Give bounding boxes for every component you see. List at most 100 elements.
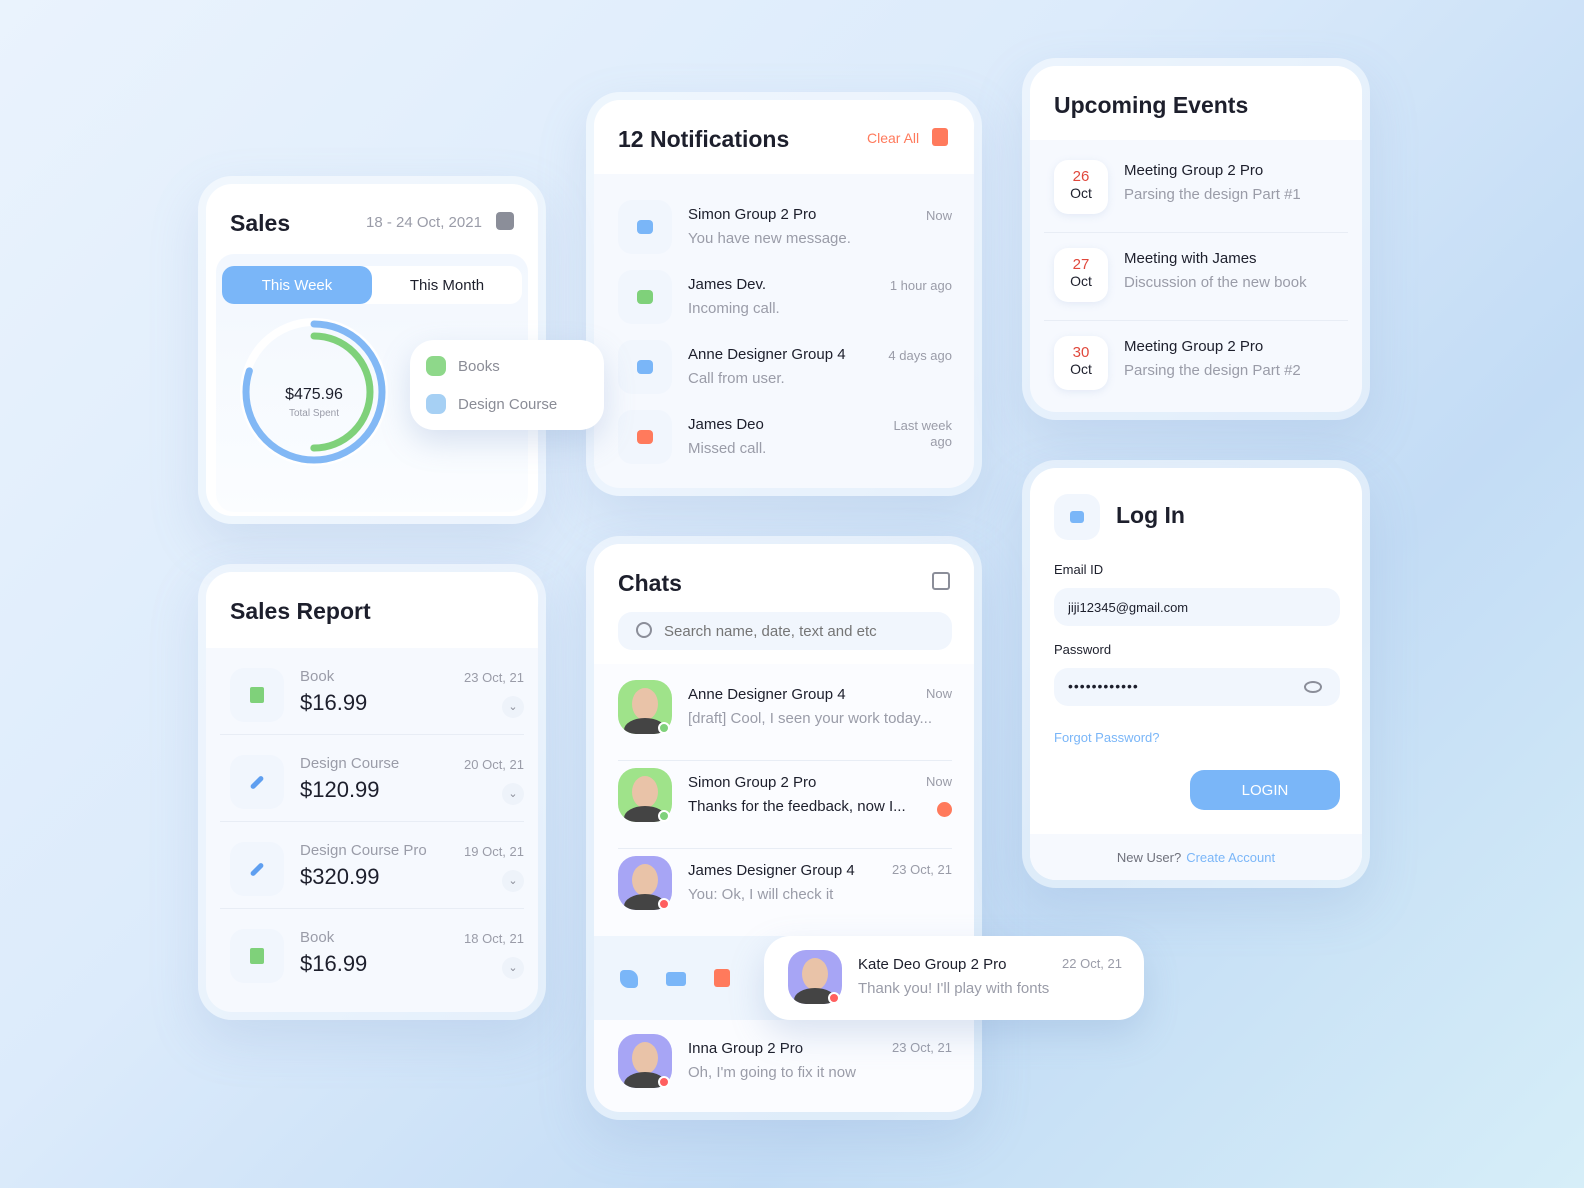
event-day: 26 xyxy=(1072,168,1090,185)
password-value: •••••••••••• xyxy=(1068,678,1139,694)
chevron-down-icon[interactable]: ⌄ xyxy=(502,957,524,979)
chats-card: Chats Anne Designer Group 4 [draft] Cool… xyxy=(586,536,982,1120)
status-dot xyxy=(658,898,670,910)
chat-name: Anne Designer Group 4 xyxy=(688,686,846,703)
forgot-password-link[interactable]: Forgot Password? xyxy=(1054,730,1160,745)
login-card: Log In Email ID Password •••••••••••• Fo… xyxy=(1022,460,1370,888)
event-title: Meeting Group 2 Pro xyxy=(1124,162,1264,179)
notification-text: Missed call. xyxy=(688,440,767,457)
report-item-name: Book xyxy=(300,668,335,685)
chat-name: Simon Group 2 Pro xyxy=(688,774,817,791)
chat-search[interactable] xyxy=(618,612,952,650)
chat-time: 22 Oct, 21 xyxy=(1062,956,1122,971)
trash-icon[interactable] xyxy=(932,128,948,146)
search-icon xyxy=(636,622,652,638)
legend-design-course: Design Course xyxy=(458,396,558,413)
login-button[interactable]: LOGIN xyxy=(1190,770,1340,810)
notification-item[interactable]: Simon Group 2 Pro You have new message. … xyxy=(618,194,952,258)
legend-books: Books xyxy=(458,358,500,375)
create-account-link[interactable]: Create Account xyxy=(1186,850,1275,865)
compose-icon[interactable] xyxy=(932,572,950,590)
notification-time: 1 hour ago xyxy=(889,278,952,293)
notification-text: Call from user. xyxy=(688,370,785,387)
user-add-icon xyxy=(618,340,672,394)
sales-report-title: Sales Report xyxy=(230,598,371,624)
new-user-text: New User? xyxy=(1116,849,1182,865)
status-dot xyxy=(658,722,670,734)
notification-item[interactable]: James Deo Missed call. Last week ago xyxy=(618,404,952,468)
missed-call-icon xyxy=(618,410,672,464)
chat-preview: [draft] Cool, I seen your work today... xyxy=(688,710,932,727)
calendar-icon[interactable] xyxy=(496,212,514,230)
chat-name: Inna Group 2 Pro xyxy=(688,1040,804,1057)
report-item-name: Book xyxy=(300,929,335,946)
chat-preview: Thanks for the feedback, now I... xyxy=(688,798,906,815)
password-field[interactable]: •••••••••••• xyxy=(1054,668,1340,706)
unread-badge xyxy=(937,802,952,817)
chats-title: Chats xyxy=(618,570,682,596)
chat-search-input[interactable] xyxy=(664,612,944,650)
chat-preview: You: Ok, I will check it xyxy=(688,886,834,903)
event-item[interactable]: 27 Oct Meeting with James Discussion of … xyxy=(1044,240,1348,321)
legend-swatch-books xyxy=(426,356,446,376)
call-icon[interactable] xyxy=(620,970,638,988)
notification-time: 4 days ago xyxy=(888,348,952,363)
report-item-date: 23 Oct, 21 xyxy=(464,670,524,685)
events-title: Upcoming Events xyxy=(1054,92,1249,118)
book-icon xyxy=(230,929,284,983)
chat-time: 23 Oct, 21 xyxy=(892,862,952,877)
sales-report-card: Sales Report Book $16.99 23 Oct, 21 ⌄ De… xyxy=(198,564,546,1020)
notification-text: You have new message. xyxy=(688,230,851,247)
total-spent-label: Total Spent xyxy=(288,408,340,419)
report-item[interactable]: Book $16.99 23 Oct, 21 ⌄ xyxy=(220,654,524,735)
events-card: Upcoming Events 26 Oct Meeting Group 2 P… xyxy=(1022,58,1370,420)
email-label: Email ID xyxy=(1054,562,1104,577)
total-spent-value: $475.96 xyxy=(285,386,343,403)
report-item[interactable]: Book $16.99 18 Oct, 21 ⌄ xyxy=(220,915,524,995)
notifications-card: 12 Notifications Clear All Simon Group 2… xyxy=(586,92,982,496)
sales-date-range: 18 - 24 Oct, 2021 xyxy=(366,214,482,231)
event-month: Oct xyxy=(1070,273,1092,289)
report-item-price: $16.99 xyxy=(300,690,368,715)
login-title: Log In xyxy=(1116,502,1185,528)
email-field[interactable] xyxy=(1054,588,1340,626)
event-item[interactable]: 30 Oct Meeting Group 2 Pro Parsing the d… xyxy=(1044,328,1348,408)
chevron-down-icon[interactable]: ⌄ xyxy=(502,783,524,805)
report-item-name: Design Course xyxy=(300,755,400,772)
chevron-down-icon[interactable]: ⌄ xyxy=(502,870,524,892)
event-month: Oct xyxy=(1070,185,1092,201)
event-desc: Discussion of the new book xyxy=(1124,274,1307,291)
status-dot xyxy=(658,1076,670,1088)
book-icon xyxy=(230,668,284,722)
clear-all-button[interactable]: Clear All xyxy=(867,130,919,146)
period-tabs: This Week This Month xyxy=(222,266,522,304)
notification-name: Simon Group 2 Pro xyxy=(688,206,817,223)
notifications-title: 12 Notifications xyxy=(618,126,790,152)
report-item-price: $16.99 xyxy=(300,951,368,976)
video-icon[interactable] xyxy=(666,972,686,986)
tab-this-month[interactable]: This Month xyxy=(372,266,522,304)
chat-time: Now xyxy=(925,774,952,789)
notification-name: James Deo xyxy=(688,416,764,433)
report-item-price: $120.99 xyxy=(300,777,380,802)
report-item[interactable]: Design Course Pro $320.99 19 Oct, 21 ⌄ xyxy=(220,828,524,909)
legend-swatch-design-course xyxy=(426,394,446,414)
eye-icon[interactable] xyxy=(1304,681,1322,693)
event-item[interactable]: 26 Oct Meeting Group 2 Pro Parsing the d… xyxy=(1044,152,1348,233)
notification-item[interactable]: Anne Designer Group 4 Call from user. 4 … xyxy=(618,334,952,398)
report-item-date: 18 Oct, 21 xyxy=(464,931,524,946)
notification-item[interactable]: James Dev. Incoming call. 1 hour ago xyxy=(618,264,952,328)
chevron-down-icon[interactable]: ⌄ xyxy=(502,696,524,718)
status-dot xyxy=(828,992,840,1004)
chat-time: 23 Oct, 21 xyxy=(892,1040,952,1055)
event-title: Meeting Group 2 Pro xyxy=(1124,338,1264,355)
tab-this-week[interactable]: This Week xyxy=(222,266,372,304)
report-item[interactable]: Design Course $120.99 20 Oct, 21 ⌄ xyxy=(220,741,524,822)
delete-icon[interactable] xyxy=(714,969,730,987)
event-desc: Parsing the design Part #2 xyxy=(1124,362,1301,379)
chat-item-swiped[interactable]: Kate Deo Group 2 Pro Thank you! I'll pla… xyxy=(764,936,1144,1020)
event-title: Meeting with James xyxy=(1124,250,1257,267)
event-month: Oct xyxy=(1070,361,1092,377)
report-item-date: 19 Oct, 21 xyxy=(464,844,524,859)
report-item-price: $320.99 xyxy=(300,864,380,889)
